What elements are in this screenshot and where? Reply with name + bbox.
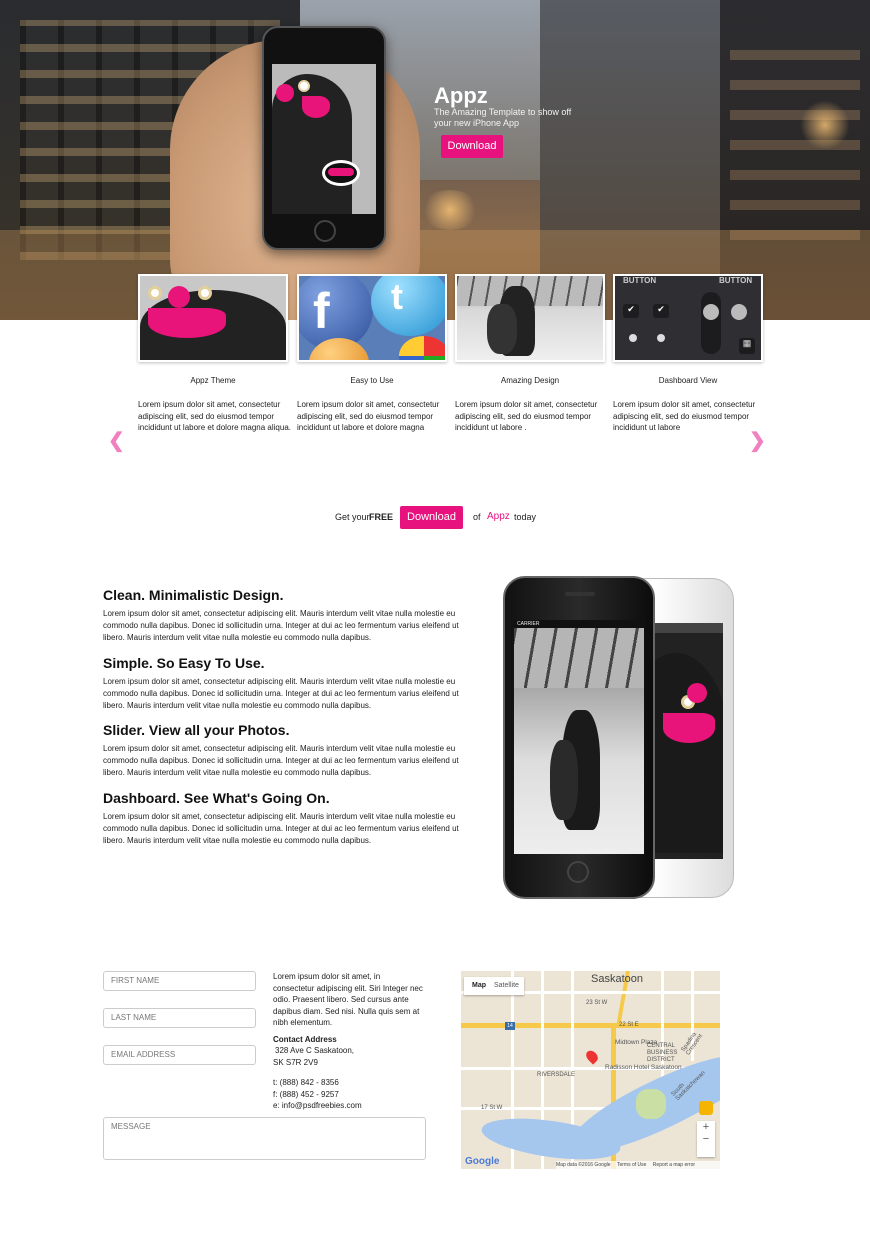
first-name-input[interactable]: FIRST NAME: [103, 971, 256, 991]
feature-card: f t Easy to Use Lorem ipsum dolor sit am…: [297, 274, 447, 432]
card-title: Dashboard View: [658, 376, 718, 385]
card-title: Amazing Design: [500, 376, 560, 385]
feature-heading: Simple. So Easy To Use.: [103, 655, 265, 671]
card-description: Lorem ipsum dolor sit amet, consectetur …: [455, 400, 598, 432]
contact-phone: t: (888) 842 - 8356: [273, 1078, 339, 1087]
feature-block: Slider. View all your Photos. Lorem ipsu…: [103, 722, 475, 779]
street-light: [800, 100, 850, 150]
hero-phone-image: [262, 26, 386, 250]
dashboard-thumbnail: BUTTON BUTTON ✔ ✔ ▦: [613, 274, 763, 362]
zoom-out-button[interactable]: −: [697, 1133, 715, 1145]
feature-heading: Slider. View all your Photos.: [103, 722, 290, 738]
phone-status-bar: CARRIER: [514, 620, 644, 628]
feature-text: Lorem ipsum dolor sit amet, consectetur …: [103, 812, 459, 845]
hero-download-button[interactable]: Download: [441, 135, 503, 158]
map-report-link[interactable]: Report a map error: [653, 1162, 695, 1168]
map-label: RIVERSDALE: [537, 1072, 576, 1078]
card-title: Appz Theme: [190, 376, 236, 385]
feature-text: Lorem ipsum dolor sit amet, consectetur …: [103, 677, 459, 710]
street-light: [420, 190, 480, 230]
feature-block: Clean. Minimalistic Design. Lorem ipsum …: [103, 587, 475, 644]
map-footer: Map data ©2016 Google Terms of Use Repor…: [556, 1161, 720, 1169]
chevron-right-icon[interactable]: ❯: [749, 428, 766, 453]
feature-card: Appz Theme Lorem ipsum dolor sit amet, c…: [138, 274, 291, 432]
feature-card: BUTTON BUTTON ✔ ✔ ▦ Dashboard View Lorem…: [613, 274, 763, 432]
address-line-1: 328 Ave C Saskatoon,: [275, 1046, 355, 1055]
email-input[interactable]: EMAIL ADDRESS: [103, 1045, 256, 1065]
map-type-control: Map Satellite: [464, 977, 524, 995]
location-map[interactable]: Map Satellite Saskatoon 23 St W 22 St E …: [461, 971, 720, 1169]
map-tab[interactable]: Map: [472, 982, 486, 989]
hero-tagline: The Amazing Template to show off your ne…: [434, 107, 572, 128]
map-label: CENTRAL BUSINESS DISTRICT: [647, 1043, 678, 1063]
contact-email[interactable]: e: info@psdfreebies.com: [273, 1100, 423, 1112]
cta-suffix: today: [514, 512, 537, 522]
feature-block: Dashboard. See What's Going On. Lorem ip…: [103, 790, 475, 847]
social-icons-thumbnail: f t: [297, 274, 447, 362]
contact-info: Lorem ipsum dolor sit amet, in consectet…: [273, 971, 423, 1112]
satellite-tab[interactable]: Satellite: [494, 982, 519, 989]
route-14-shield: 14: [505, 1022, 515, 1030]
map-label: 17 St W: [481, 1105, 503, 1111]
appz-theme-thumbnail: [138, 274, 288, 362]
card-description: Lorem ipsum dolor sit amet, consectetur …: [297, 400, 440, 432]
google-logo: Google: [465, 1156, 500, 1167]
black-iphone-image: CARRIER: [503, 576, 655, 899]
message-textarea[interactable]: MESSAGE: [103, 1117, 426, 1160]
contact-heading: Contact Address: [273, 1034, 337, 1044]
map-label: Radisson Hotel Saskatoon: [605, 1064, 682, 1071]
skating-photo-thumbnail: [455, 274, 605, 362]
feature-heading: Clean. Minimalistic Design.: [103, 587, 284, 603]
zoom-control: + −: [697, 1121, 715, 1157]
contact-fax: f: (888) 452 - 9257: [273, 1089, 339, 1099]
address-line-2: SK S7R 2V9: [273, 1057, 318, 1067]
feature-card: Amazing Design Lorem ipsum dolor sit ame…: [455, 274, 605, 432]
map-label: Spadina Crescent: [680, 1031, 705, 1057]
last-name-input[interactable]: LAST NAME: [103, 1008, 256, 1028]
cta-free: FREE: [369, 512, 394, 522]
contact-intro: Lorem ipsum dolor sit amet, in consectet…: [273, 972, 423, 1027]
map-label: 22 St E: [619, 1022, 639, 1028]
hero-banner: Appz The Amazing Template to show off yo…: [0, 0, 870, 320]
map-attribution: Map data ©2016 Google: [556, 1162, 611, 1168]
cta-brand: Appz: [487, 511, 510, 522]
feature-heading: Dashboard. See What's Going On.: [103, 790, 330, 806]
map-city-label: Saskatoon: [591, 973, 643, 985]
zoom-in-button[interactable]: +: [697, 1121, 715, 1133]
card-description: Lorem ipsum dolor sit amet, consectetur …: [613, 400, 756, 432]
chevron-left-icon[interactable]: ❮: [108, 428, 125, 453]
map-terms-link[interactable]: Terms of Use: [617, 1162, 646, 1168]
feature-block: Simple. So Easy To Use. Lorem ipsum dolo…: [103, 655, 475, 712]
street-view-icon[interactable]: [699, 1101, 713, 1115]
cta-download-button[interactable]: Download: [400, 506, 463, 529]
card-title: Easy to Use: [350, 376, 394, 385]
hero-app-title: Appz: [434, 83, 488, 108]
cta-of: of: [473, 512, 481, 522]
map-pin-icon[interactable]: [583, 1048, 601, 1065]
feature-text: Lorem ipsum dolor sit amet, consectetur …: [103, 609, 459, 642]
card-description: Lorem ipsum dolor sit amet, consectetur …: [138, 400, 291, 432]
cta-prefix: Get your: [335, 512, 370, 522]
map-label: 23 St W: [586, 1000, 608, 1006]
feature-text: Lorem ipsum dolor sit amet, consectetur …: [103, 744, 459, 777]
